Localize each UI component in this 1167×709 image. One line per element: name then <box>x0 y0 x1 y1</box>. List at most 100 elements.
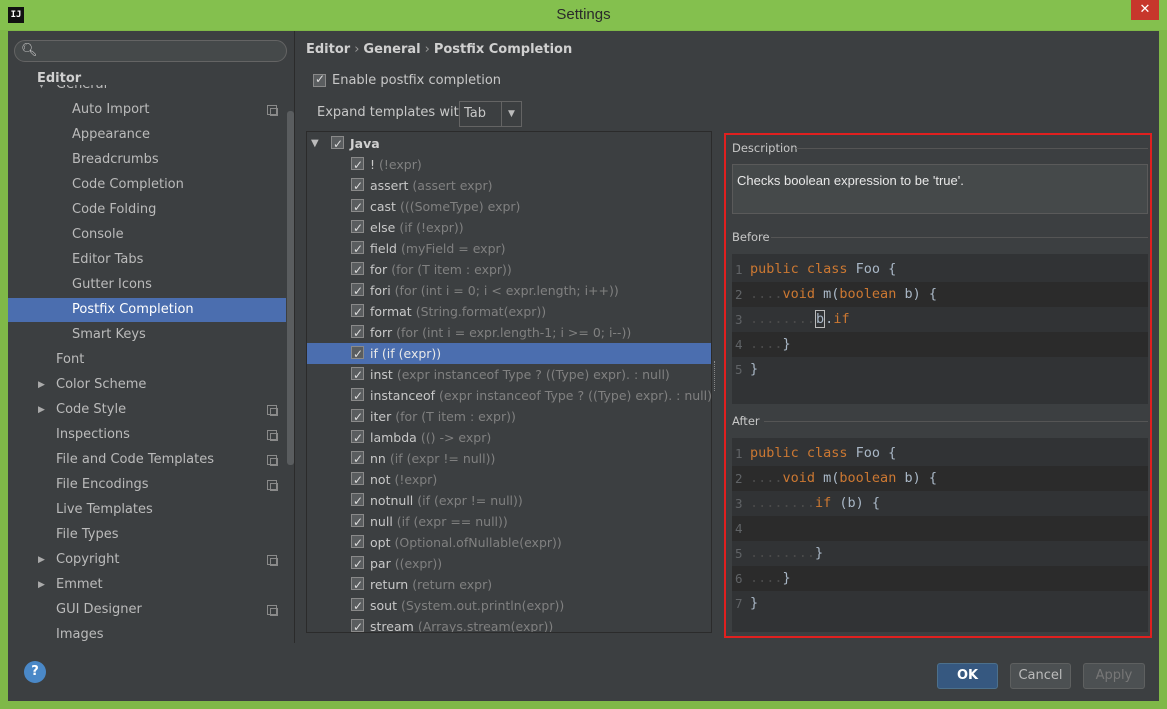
template-checkbox[interactable] <box>351 155 364 176</box>
template-item[interactable]: field(myField = expr) <box>307 238 703 260</box>
template-checkbox[interactable] <box>351 218 364 239</box>
template-checkbox[interactable] <box>351 470 364 491</box>
enable-postfix-checkbox[interactable] <box>313 72 326 87</box>
sidebar-item-label: Images <box>56 627 104 642</box>
expand-key-dropdown[interactable]: Tab ▼ <box>459 101 522 127</box>
help-button[interactable]: ? <box>24 661 46 683</box>
template-checkbox[interactable] <box>351 197 364 218</box>
sidebar-item-gutter-icons[interactable]: Gutter Icons <box>8 273 286 297</box>
chevron-right-icon[interactable]: ▶ <box>38 573 45 597</box>
sidebar-item-color-scheme[interactable]: ▶ Color Scheme <box>8 373 286 397</box>
close-button[interactable]: ✕ <box>1131 0 1159 20</box>
sidebar-item-code-completion[interactable]: Code Completion <box>8 173 286 197</box>
sidebar-item-label: Smart Keys <box>72 327 146 342</box>
sidebar-item-code-folding[interactable]: Code Folding <box>8 198 286 222</box>
sidebar-scrollbar[interactable] <box>287 111 294 465</box>
sidebar-item-gui-designer[interactable]: GUI Designer <box>8 598 286 622</box>
chevron-down-icon[interactable]: ▼ <box>38 85 45 97</box>
template-item[interactable]: notnull(if (expr != null)) <box>307 490 703 512</box>
template-item[interactable]: lambda(() -> expr) <box>307 427 703 449</box>
sidebar-item-label: Auto Import <box>72 102 150 117</box>
sidebar-item-smart-keys[interactable]: Smart Keys <box>8 323 286 347</box>
chevron-right-icon[interactable]: ▶ <box>38 373 45 397</box>
template-item[interactable]: stream(Arrays.stream(expr)) <box>307 616 703 632</box>
sidebar-item-live-templates[interactable]: Live Templates <box>8 498 286 522</box>
template-item[interactable]: instanceof(expr instanceof Type ? ((Type… <box>307 385 711 407</box>
sidebar-item-editor-tabs[interactable]: Editor Tabs <box>8 248 286 272</box>
sidebar-item-file-types[interactable]: File Types <box>8 523 286 547</box>
code-token: } <box>815 545 824 561</box>
template-checkbox[interactable] <box>351 533 364 554</box>
search-input[interactable] <box>37 42 282 60</box>
template-item[interactable]: forr(for (int i = expr.length-1; i >= 0;… <box>307 322 703 344</box>
template-item[interactable]: cast(((SomeType) expr) <box>307 196 703 218</box>
template-checkbox[interactable] <box>351 386 364 407</box>
sidebar-item-general[interactable]: ▼ General <box>8 85 286 97</box>
sidebar-item-postfix-completion[interactable]: Postfix Completion <box>8 298 286 322</box>
template-checkbox[interactable] <box>351 281 364 302</box>
template-item[interactable]: format(String.format(expr)) <box>307 301 703 323</box>
template-item[interactable]: iter(for (T item : expr)) <box>307 406 703 428</box>
template-item[interactable]: sout(System.out.println(expr)) <box>307 595 703 617</box>
sidebar-item-console[interactable]: Console <box>8 223 286 247</box>
template-checkbox[interactable] <box>351 176 364 197</box>
cancel-button[interactable]: Cancel <box>1010 663 1071 689</box>
ok-button[interactable]: OK <box>937 663 998 689</box>
template-item[interactable]: if(if (expr)) <box>307 343 711 365</box>
sidebar-item-copyright[interactable]: ▶ Copyright <box>8 548 286 572</box>
sidebar-item-code-style[interactable]: ▶ Code Style <box>8 398 286 422</box>
template-checkbox[interactable] <box>351 554 364 575</box>
template-item[interactable]: not(!expr) <box>307 469 703 491</box>
template-checkbox[interactable] <box>351 365 364 386</box>
panel-splitter[interactable] <box>714 361 718 391</box>
template-checkbox[interactable] <box>351 512 364 533</box>
template-checkbox[interactable] <box>351 428 364 449</box>
enable-postfix-label[interactable]: Enable postfix completion <box>332 73 501 88</box>
template-checkbox[interactable] <box>351 491 364 512</box>
template-item[interactable]: inst(expr instanceof Type ? ((Type) expr… <box>307 364 703 386</box>
sidebar-item-file-encodings[interactable]: File Encodings <box>8 473 286 497</box>
template-group-java[interactable]: ▼ Java <box>307 133 703 155</box>
sidebar-item-file-and-code-templates[interactable]: File and Code Templates <box>8 448 286 472</box>
template-item[interactable]: opt(Optional.ofNullable(expr)) <box>307 532 703 554</box>
template-checkbox[interactable] <box>351 407 364 428</box>
template-details-panel: Description Checks boolean expression to… <box>724 133 1152 638</box>
line-number: 2 <box>735 287 743 302</box>
template-checkbox[interactable] <box>351 575 364 596</box>
template-item[interactable]: fori(for (int i = 0; i < expr.length; i+… <box>307 280 703 302</box>
template-item[interactable]: nn(if (expr != null)) <box>307 448 703 470</box>
template-checkbox[interactable] <box>351 239 364 260</box>
template-item[interactable]: par((expr)) <box>307 553 703 575</box>
sidebar-item-emmet[interactable]: ▶ Emmet <box>8 573 286 597</box>
sidebar-item-appearance[interactable]: Appearance <box>8 123 286 147</box>
template-checkbox[interactable] <box>351 260 364 281</box>
template-name: else <box>370 220 396 235</box>
template-item[interactable]: return(return expr) <box>307 574 703 596</box>
template-checkbox[interactable] <box>351 344 364 365</box>
template-item[interactable]: else(if (!expr)) <box>307 217 703 239</box>
sidebar-section-editor[interactable]: Editor <box>37 71 81 86</box>
apply-button[interactable]: Apply <box>1083 663 1145 689</box>
sidebar-item-font[interactable]: Font <box>8 348 286 372</box>
chevron-down-icon[interactable]: ▼ <box>501 102 521 126</box>
sidebar-item-breadcrumbs[interactable]: Breadcrumbs <box>8 148 286 172</box>
chevron-right-icon[interactable]: ▶ <box>38 548 45 572</box>
template-item[interactable]: assert(assert expr) <box>307 175 703 197</box>
java-group-checkbox[interactable] <box>331 134 344 155</box>
template-checkbox[interactable] <box>351 302 364 323</box>
enable-postfix-row[interactable]: Enable postfix completion <box>313 72 501 88</box>
sidebar-item-inspections[interactable]: Inspections <box>8 423 286 447</box>
template-checkbox[interactable] <box>351 617 364 632</box>
template-item[interactable]: !(!expr) <box>307 154 703 176</box>
template-item[interactable]: for(for (T item : expr)) <box>307 259 703 281</box>
sidebar-item-auto-import[interactable]: Auto Import <box>8 98 286 122</box>
template-checkbox[interactable] <box>351 449 364 470</box>
expand-arrow-icon[interactable]: ▼ <box>311 133 319 154</box>
chevron-right-icon[interactable]: ▶ <box>38 398 45 422</box>
settings-sidebar: 🔍︎ Editor ▼ General Auto Import Appearance B… <box>8 31 295 643</box>
search-box[interactable]: 🔍︎ <box>14 40 287 62</box>
template-item[interactable]: null(if (expr == null)) <box>307 511 703 533</box>
sidebar-item-images[interactable]: Images <box>8 623 286 643</box>
template-checkbox[interactable] <box>351 323 364 344</box>
template-checkbox[interactable] <box>351 596 364 617</box>
